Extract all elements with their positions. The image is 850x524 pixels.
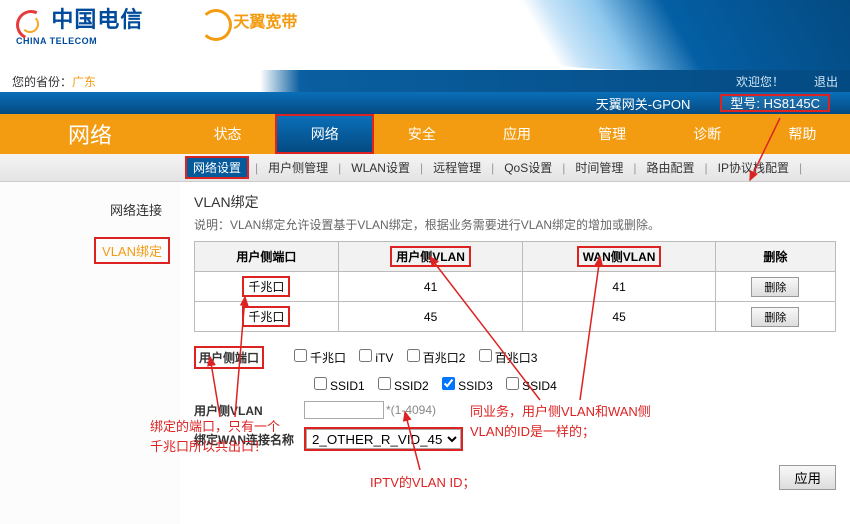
model-bar: 天翼网关-GPON 型号: HS8145C <box>0 92 850 114</box>
subnav-network-settings[interactable]: 网络设置 <box>185 156 249 179</box>
th-wvlan: WAN侧VLAN <box>523 242 715 272</box>
province-bar: 您的省份：广东 欢迎您！ 退出 <box>0 70 850 92</box>
section-title: VLAN绑定 <box>194 192 836 212</box>
tab-application[interactable]: 应用 <box>469 114 564 154</box>
chk-fe3[interactable] <box>479 349 492 362</box>
subnav-user-mgmt[interactable]: 用户侧管理 <box>264 157 332 178</box>
subnav-remote[interactable]: 远程管理 <box>429 157 485 178</box>
subnav-route[interactable]: 路由配置 <box>643 157 699 178</box>
delete-button[interactable]: 删除 <box>751 277 799 297</box>
tab-management[interactable]: 管理 <box>565 114 660 154</box>
uvlan-input[interactable] <box>304 401 384 419</box>
sidebar: 网络连接 VLAN绑定 <box>0 182 180 524</box>
cell-port: 千兆口 <box>242 306 290 327</box>
wan-select[interactable]: 2_OTHER_R_VID_45 <box>306 429 461 449</box>
table-row: 千兆口 45 45 删除 <box>195 302 836 332</box>
main-content: VLAN绑定 说明：VLAN绑定允许设置基于VLAN绑定，根据业务需要进行VLA… <box>180 182 850 524</box>
chk-ssid4[interactable] <box>506 377 519 390</box>
th-port: 用户侧端口 <box>195 242 339 272</box>
cell-port: 千兆口 <box>242 276 290 297</box>
logo1-cn: 中国电信 <box>51 7 143 32</box>
nav-title: 网络 <box>0 114 180 154</box>
vlan-table: 用户侧端口 用户侧VLAN WAN侧VLAN 删除 千兆口 41 41 删除 千… <box>194 241 836 332</box>
tab-network[interactable]: 网络 <box>275 114 374 154</box>
logout-link[interactable]: 退出 <box>814 73 838 90</box>
chk-ssid2[interactable] <box>378 377 391 390</box>
sidebar-item-vlan-bind[interactable]: VLAN绑定 <box>94 237 170 264</box>
apply-button[interactable]: 应用 <box>779 465 836 490</box>
header-swoosh <box>420 0 850 70</box>
subnav-wlan[interactable]: WLAN设置 <box>347 157 414 178</box>
top-banner: 中国电信 CHINA TELECOM 天翼宽带 <box>0 0 850 70</box>
chk-ssid1[interactable] <box>314 377 327 390</box>
tab-security[interactable]: 安全 <box>374 114 469 154</box>
subnav-ip[interactable]: IP协议栈配置 <box>714 157 793 178</box>
uvlan-label: 用户侧VLAN <box>194 402 304 419</box>
subnav-time[interactable]: 时间管理 <box>571 157 627 178</box>
sub-nav: 网络设置| 用户侧管理| WLAN设置| 远程管理| QoS设置| 时间管理| … <box>0 154 850 182</box>
subnav-qos[interactable]: QoS设置 <box>500 157 556 178</box>
ssid-checkbox-group: SSID1 SSID2 SSID3 SSID4 <box>304 377 557 393</box>
form-area: 用户侧端口 千兆口 iTV 百兆口2 百兆口3 SSID1 SSID2 SSID… <box>194 346 836 490</box>
chk-ssid3[interactable] <box>442 377 455 390</box>
chk-gigabit[interactable] <box>294 349 307 362</box>
chk-fe2[interactable] <box>407 349 420 362</box>
port-label: 用户侧端口 <box>194 346 264 369</box>
cell-wvlan: 45 <box>523 302 715 332</box>
th-del: 删除 <box>715 242 835 272</box>
delete-button[interactable]: 删除 <box>751 307 799 327</box>
model-label: 型号: HS8145C <box>720 94 830 112</box>
logo2-text: 天翼宽带 <box>233 14 297 31</box>
china-telecom-icon <box>16 10 44 38</box>
tianyi-logo: 天翼宽带 <box>200 8 297 39</box>
tab-diagnosis[interactable]: 诊断 <box>660 114 755 154</box>
chk-itv[interactable] <box>359 349 372 362</box>
cell-wvlan: 41 <box>523 272 715 302</box>
province-value: 广东 <box>72 75 96 89</box>
china-telecom-logo: 中国电信 CHINA TELECOM <box>16 2 143 46</box>
tab-status[interactable]: 状态 <box>180 114 275 154</box>
province-label: 您的省份：广东 <box>12 73 96 90</box>
welcome-text: 欢迎您！ <box>736 73 784 90</box>
port-checkbox-group: 千兆口 iTV 百兆口2 百兆口3 <box>284 349 537 366</box>
section-desc: 说明：VLAN绑定允许设置基于VLAN绑定，根据业务需要进行VLAN绑定的增加或… <box>194 216 836 233</box>
gateway-text: 天翼网关-GPON <box>596 94 691 113</box>
cell-uvlan: 45 <box>338 302 523 332</box>
uvlan-hint: *(1-4094) <box>386 403 436 417</box>
cell-uvlan: 41 <box>338 272 523 302</box>
tab-help[interactable]: 帮助 <box>755 114 850 154</box>
sidebar-item-connection[interactable]: 网络连接 <box>0 194 180 225</box>
th-uvlan: 用户侧VLAN <box>338 242 523 272</box>
wan-label: 绑定WAN连接名称 <box>194 431 304 448</box>
main-nav: 网络 状态 网络 安全 应用 管理 诊断 帮助 <box>0 114 850 154</box>
table-row: 千兆口 41 41 删除 <box>195 272 836 302</box>
tianyi-icon <box>200 9 230 39</box>
